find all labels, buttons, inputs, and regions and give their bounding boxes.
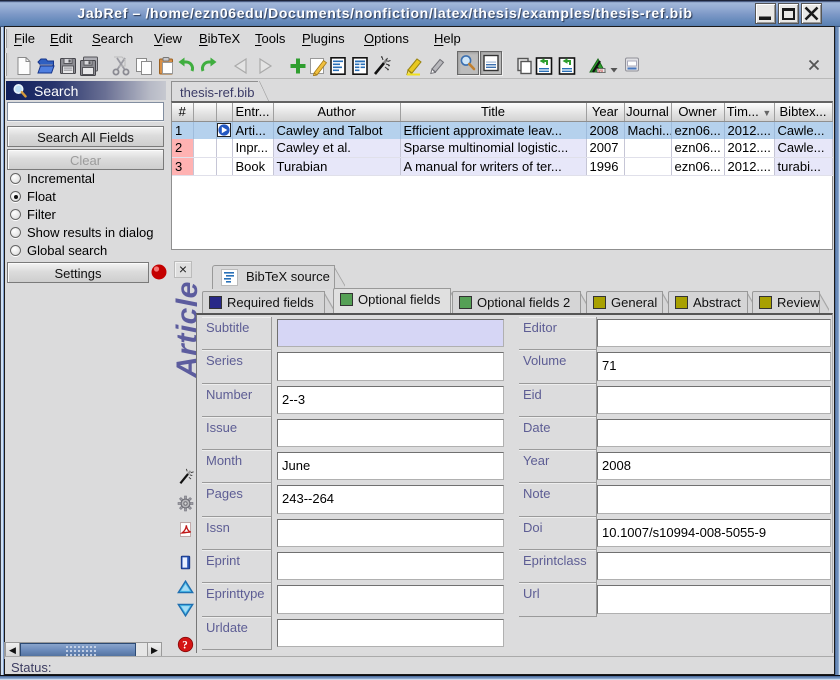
svg-text:?: ? [182, 640, 188, 652]
svg-text:lyx: lyx [598, 68, 604, 73]
